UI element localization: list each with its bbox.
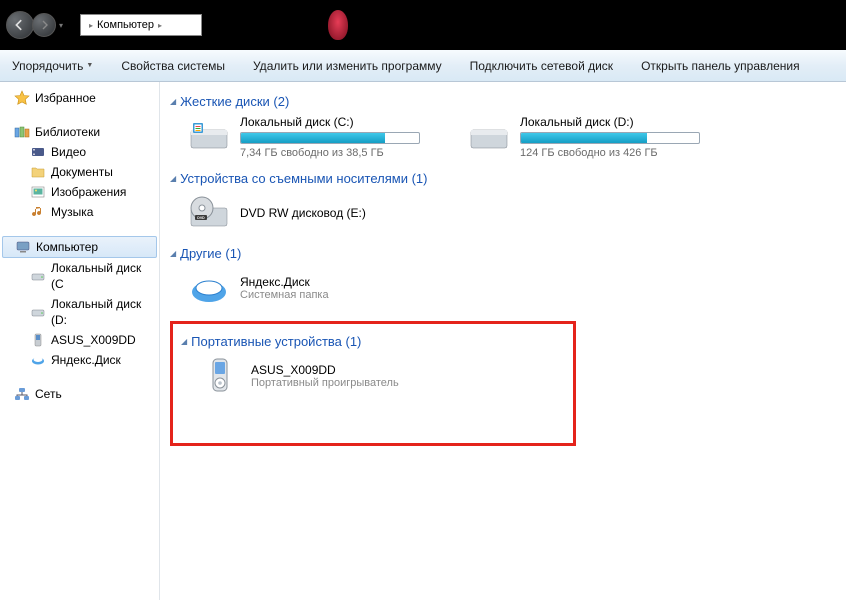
collapse-icon: ◢ <box>170 97 176 106</box>
nav-buttons: ▾ <box>6 11 66 39</box>
drive-c[interactable]: Локальный диск (C:) 7,34 ГБ свободно из … <box>188 115 438 159</box>
sidebar-item-drive-d[interactable]: Локальный диск (D: <box>0 294 159 330</box>
yandex-disk-icon <box>188 267 230 309</box>
open-control-panel-button[interactable]: Открыть панель управления <box>641 59 800 73</box>
drive-free-text: 7,34 ГБ свободно из 38,5 ГБ <box>240 147 438 159</box>
yandex-disk-icon <box>30 352 46 368</box>
item-subtext: Портативный проигрыватель <box>251 377 399 389</box>
sidebar-item-label: Яндекс.Диск <box>51 352 121 368</box>
sidebar-computer[interactable]: Компьютер <box>2 236 157 258</box>
drive-d[interactable]: Локальный диск (D:) 124 ГБ свободно из 4… <box>468 115 718 159</box>
dvd-drive[interactable]: DVD DVD RW дисковод (E:) <box>188 192 448 234</box>
group-title: Устройства со съемными носителями (1) <box>180 171 427 186</box>
sidebar-item-label: Сеть <box>35 386 62 402</box>
capacity-bar <box>240 132 420 144</box>
nav-history-dropdown[interactable]: ▾ <box>56 14 66 36</box>
map-network-drive-button[interactable]: Подключить сетевой диск <box>470 59 613 73</box>
item-subtext: Системная папка <box>240 289 329 301</box>
breadcrumb-computer[interactable]: Компьютер <box>97 19 154 31</box>
chevron-down-icon: ▼ <box>86 62 93 69</box>
computer-icon <box>15 239 31 255</box>
video-icon <box>30 144 46 160</box>
organize-label: Упорядочить <box>12 59 83 73</box>
network-icon <box>14 386 30 402</box>
breadcrumb-sep-icon: ▸ <box>158 21 162 30</box>
forward-button[interactable] <box>32 13 56 37</box>
system-properties-button[interactable]: Свойства системы <box>121 59 225 73</box>
group-title: Другие (1) <box>180 246 241 261</box>
organize-menu[interactable]: Упорядочить ▼ <box>12 59 93 73</box>
music-icon <box>30 204 46 220</box>
collapse-icon: ◢ <box>170 174 176 183</box>
navigation-pane: Избранное Библиотеки Видео Документы Изо… <box>0 82 160 600</box>
drive-name: Локальный диск (C:) <box>240 115 438 129</box>
drive-free-text: 124 ГБ свободно из 426 ГБ <box>520 147 718 159</box>
sidebar-item-label: ASUS_X009DD <box>51 332 136 348</box>
group-header-removable[interactable]: ◢ Устройства со съемными носителями (1) <box>170 171 836 186</box>
content-pane: ◢ Жесткие диски (2) Локальный диск (C:) … <box>160 82 846 600</box>
window-titlebar: ▾ ▸ Компьютер ▸ <box>0 0 846 50</box>
capacity-bar <box>520 132 700 144</box>
back-button[interactable] <box>6 11 34 39</box>
uninstall-program-button[interactable]: Удалить или изменить программу <box>253 59 442 73</box>
sidebar-item-label: Музыка <box>51 204 93 220</box>
dvd-drive-icon: DVD <box>188 192 230 234</box>
pictures-icon <box>30 184 46 200</box>
sidebar-item-label: Компьютер <box>36 239 98 255</box>
portable-player-icon <box>199 355 241 397</box>
collapse-icon: ◢ <box>181 337 187 346</box>
breadcrumb-sep-icon: ▸ <box>89 21 93 30</box>
command-bar: Упорядочить ▼ Свойства системы Удалить и… <box>0 50 846 82</box>
libraries-icon <box>14 124 30 140</box>
sidebar-item-pictures[interactable]: Изображения <box>0 182 159 202</box>
sidebar-item-drive-c[interactable]: Локальный диск (C <box>0 258 159 294</box>
svg-text:DVD: DVD <box>197 216 205 220</box>
sidebar-item-label: Видео <box>51 144 86 160</box>
sidebar-item-yandex-disk[interactable]: Яндекс.Диск <box>0 350 159 370</box>
group-header-other[interactable]: ◢ Другие (1) <box>170 246 836 261</box>
yandex-disk-item[interactable]: Яндекс.Диск Системная папка <box>188 267 448 309</box>
sidebar-item-label: Документы <box>51 164 113 180</box>
item-name: ASUS_X009DD <box>251 363 399 377</box>
portable-device-asus[interactable]: ASUS_X009DD Портативный проигрыватель <box>199 355 459 397</box>
group-header-hdd[interactable]: ◢ Жесткие диски (2) <box>170 94 836 109</box>
hdd-icon <box>188 118 230 156</box>
workspace: Избранное Библиотеки Видео Документы Изо… <box>0 82 846 600</box>
star-icon <box>14 90 30 106</box>
collapse-icon: ◢ <box>170 249 176 258</box>
sidebar-item-label: Изображения <box>51 184 126 200</box>
highlight-annotation: ◢ Портативные устройства (1) ASUS_X009DD… <box>170 321 576 446</box>
sidebar-item-music[interactable]: Музыка <box>0 202 159 222</box>
group-title: Жесткие диски (2) <box>180 94 289 109</box>
device-icon <box>30 332 46 348</box>
sidebar-item-label: Локальный диск (D: <box>51 296 153 328</box>
sidebar-item-label: Локальный диск (C <box>51 260 153 292</box>
sidebar-favorites[interactable]: Избранное <box>0 88 159 108</box>
item-name: Яндекс.Диск <box>240 275 329 289</box>
sidebar-libraries[interactable]: Библиотеки <box>0 122 159 142</box>
sidebar-item-asus[interactable]: ASUS_X009DD <box>0 330 159 350</box>
address-bar[interactable]: ▸ Компьютер ▸ <box>80 14 202 36</box>
sidebar-item-label: Библиотеки <box>35 124 100 140</box>
sidebar-item-documents[interactable]: Документы <box>0 162 159 182</box>
document-icon <box>30 164 46 180</box>
opera-icon <box>328 10 348 40</box>
hdd-icon <box>30 304 46 320</box>
group-title: Портативные устройства (1) <box>191 334 361 349</box>
sidebar-item-label: Избранное <box>35 90 96 106</box>
group-header-portable[interactable]: ◢ Портативные устройства (1) <box>181 334 565 349</box>
hdd-icon <box>468 118 510 156</box>
drive-name: Локальный диск (D:) <box>520 115 718 129</box>
sidebar-item-video[interactable]: Видео <box>0 142 159 162</box>
item-name: DVD RW дисковод (E:) <box>240 206 366 220</box>
sidebar-network[interactable]: Сеть <box>0 384 159 404</box>
hdd-icon <box>30 268 46 284</box>
